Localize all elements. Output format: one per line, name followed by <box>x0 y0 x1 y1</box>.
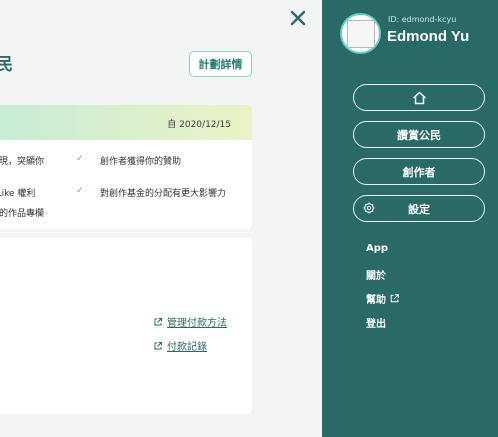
plan-banner: 自 2020/12/15 <box>0 105 252 140</box>
feature-right-2: 對創作基金的分配有更大影響力 <box>100 189 227 199</box>
gear-icon <box>363 202 375 214</box>
civic-button[interactable]: 讚賞公民 <box>353 121 485 148</box>
external-link-icon <box>390 294 399 303</box>
plan-since-date: 自 2020/12/15 <box>167 120 231 130</box>
app-label: App <box>366 243 389 254</box>
settings-button[interactable]: 設定 <box>353 195 485 222</box>
about-label: 關於 <box>366 271 386 282</box>
help-link[interactable]: 幫助 <box>366 291 399 306</box>
settings-label: 設定 <box>408 202 430 216</box>
feature-left-3: 己的作品專欄 <box>0 209 45 219</box>
check-icon: ✓ <box>76 186 84 196</box>
external-link-icon <box>154 341 162 349</box>
payment-records-label: 付款記錄 <box>167 342 207 353</box>
creator-button[interactable]: 創作者 <box>353 158 485 185</box>
user-name[interactable]: Edmond Yu <box>387 28 469 45</box>
home-button[interactable] <box>353 84 485 111</box>
user-id: ID: edmond-kcyu <box>388 15 457 24</box>
page-title: 民 <box>0 55 13 75</box>
feature-left-2: r Like 權利 <box>0 189 36 199</box>
about-link[interactable]: 關於 <box>366 267 386 282</box>
external-link-icon <box>154 317 162 325</box>
logout-label: 登出 <box>366 319 386 330</box>
background-page: 民 計劃詳情 自 2020/12/15 起現，突顯你 r Like 權利 己的作… <box>0 0 322 437</box>
app-link[interactable]: App <box>366 243 388 254</box>
payment-card: 管理付款方法 付款記錄 <box>0 238 252 414</box>
side-drawer: ID: edmond-kcyu Edmond Yu 讚賞公民 創作者 設定 Ap… <box>322 0 498 437</box>
avatar[interactable] <box>340 13 381 54</box>
plan-card: 自 2020/12/15 起現，突顯你 r Like 權利 己的作品專欄 ✓ 創… <box>0 105 252 229</box>
close-icon[interactable] <box>288 8 308 28</box>
home-icon <box>412 91 426 104</box>
help-label: 幫助 <box>366 295 386 306</box>
manage-payment-label: 管理付款方法 <box>167 318 227 329</box>
payment-records-link[interactable]: 付款記錄 <box>154 338 207 353</box>
feature-left-1: 起現，突顯你 <box>0 157 45 167</box>
feature-right-1: 創作者獲得你的贊助 <box>100 157 182 167</box>
logout-link[interactable]: 登出 <box>366 315 386 330</box>
check-icon: ✓ <box>76 154 84 164</box>
manage-payment-link[interactable]: 管理付款方法 <box>154 314 227 329</box>
avatar-image-placeholder <box>346 19 375 48</box>
plan-details-button[interactable]: 計劃詳情 <box>189 51 252 77</box>
